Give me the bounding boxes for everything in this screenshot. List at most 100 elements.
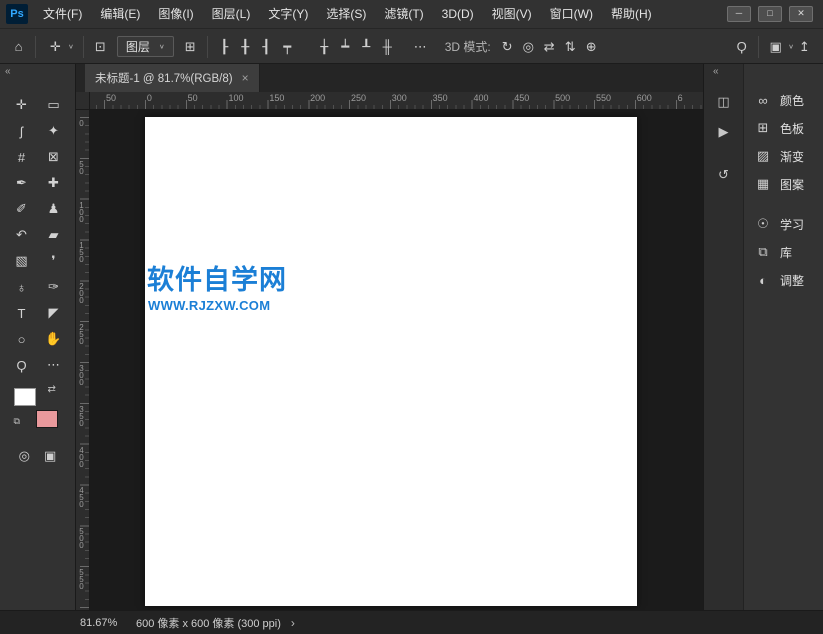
choose-workspace-button[interactable]: ▣ ∨ [765, 35, 794, 59]
close-button[interactable]: ✕ [789, 6, 813, 22]
expand-panels-icon[interactable]: « [713, 66, 719, 77]
auto-select-icon[interactable]: ⊡ [90, 35, 111, 59]
align-right-icon[interactable]: ┨ [256, 35, 277, 59]
maximize-button[interactable]: □ [758, 6, 782, 22]
auto-select-dropdown[interactable]: 图层 ∨ [117, 36, 174, 57]
3d-orbit-icon[interactable]: ↻ [497, 35, 518, 59]
watermark-url: WWW.RJZXW.COM [148, 298, 270, 313]
menu-type[interactable]: 文字(Y) [259, 0, 317, 29]
3d-slide-icon[interactable]: ⇅ [560, 35, 581, 59]
panel-item-label: 调整 [780, 272, 804, 289]
document-tab-title: 未标题-1 @ 81.7%(RGB/8) [95, 70, 233, 86]
align-more-options-icon[interactable]: ⋯ [410, 35, 431, 59]
properties-panel-icon[interactable]: ◫ [711, 90, 737, 114]
menu-image[interactable]: 图像(I) [149, 0, 202, 29]
eyedropper-tool[interactable]: ✒ [8, 170, 36, 196]
menu-window[interactable]: 窗口(W) [541, 0, 602, 29]
history-panel-icon[interactable]: ↺ [711, 163, 737, 187]
rectangular-marquee-tool[interactable]: ▭ [40, 92, 68, 118]
frame-tool[interactable]: ⊠ [40, 144, 68, 170]
edit-toolbar-icon[interactable]: ⋯ [40, 352, 68, 378]
menu-filter[interactable]: 滤镜(T) [375, 0, 432, 29]
minimize-button[interactable]: ─ [727, 6, 751, 22]
ellipse-tool[interactable]: ○ [8, 326, 36, 352]
panel-item-libraries[interactable]: ⧉库 [744, 238, 823, 266]
lasso-tool[interactable]: ʃ [8, 118, 36, 144]
horizontal-ruler[interactable]: 500501001502002503003504004505005506006 [90, 92, 703, 110]
panel-item-adjustments[interactable]: ◐调整 [744, 266, 823, 294]
panel-item-color[interactable]: ∞颜色 [744, 86, 823, 114]
status-bar: 81.67% 600 像素 x 600 像素 (300 ppi) › [0, 610, 823, 634]
menu-layer[interactable]: 图层(L) [203, 0, 260, 29]
share-image-icon[interactable]: ↥ [794, 35, 815, 59]
h-ruler-label: 550 [596, 93, 611, 103]
distribute-horizontal-icon[interactable]: ╫ [377, 35, 398, 59]
show-transform-controls-icon[interactable]: ⊞ [180, 35, 201, 59]
screen-mode-icon[interactable]: ▣ [44, 448, 56, 464]
color-swatch-cluster: ⇄ ⧉ [14, 386, 62, 436]
align-center-horizontal-icon[interactable]: ╂ [235, 35, 256, 59]
align-top-icon[interactable]: ┯ [277, 35, 298, 59]
dodge-tool[interactable]: ♁ [8, 274, 36, 300]
search-icon[interactable]: Ϙ [731, 35, 752, 59]
align-center-vertical-icon[interactable]: ╁ [314, 35, 335, 59]
panel-item-learn[interactable]: ☉学习 [744, 210, 823, 238]
v-ruler-label: 100 [77, 201, 86, 222]
swatches-icon: ⊞ [755, 120, 771, 136]
clone-stamp-tool[interactable]: ♟ [40, 196, 68, 222]
eraser-tool[interactable]: ▰ [40, 222, 68, 248]
3d-drag-icon[interactable]: ⇄ [539, 35, 560, 59]
default-colors-icon[interactable]: ⧉ [14, 416, 20, 427]
quick-mask-icon[interactable]: ◎ [19, 448, 30, 464]
menu-3d[interactable]: 3D(D) [433, 0, 483, 29]
hand-tool[interactable]: ✋ [40, 326, 68, 352]
vertical-ruler[interactable]: 050100150200250300350400450500550600 [76, 110, 90, 610]
distribute-icon-group: ╁┷┸╫ [314, 35, 398, 59]
panel-item-swatches[interactable]: ⊞色板 [744, 114, 823, 142]
object-selection-tool[interactable]: ✦ [40, 118, 68, 144]
pen-tool[interactable]: ✑ [40, 274, 68, 300]
history-brush-tool[interactable]: ↶ [8, 222, 36, 248]
h-ruler-label: 0 [147, 93, 152, 103]
move-tool[interactable]: ✛ [8, 92, 36, 118]
document-tab-bar: 未标题-1 @ 81.7%(RGB/8) × [76, 64, 703, 92]
menu-view[interactable]: 视图(V) [483, 0, 541, 29]
h-ruler-label: 300 [392, 93, 407, 103]
brush-tool[interactable]: ✐ [8, 196, 36, 222]
align-left-icon[interactable]: ┠ [214, 35, 235, 59]
blur-tool[interactable]: ❜ [40, 248, 68, 274]
document-tab[interactable]: 未标题-1 @ 81.7%(RGB/8) × [85, 64, 260, 92]
move-tool-icon: ✛ [45, 35, 66, 59]
status-options-chevron-icon[interactable]: › [291, 616, 295, 630]
crop-tool[interactable]: # [8, 144, 36, 170]
menu-bar: 文件(F)编辑(E)图像(I)图层(L)文字(Y)选择(S)滤镜(T)3D(D)… [34, 0, 661, 29]
panel-item-gradients[interactable]: ▨渐变 [744, 142, 823, 170]
menu-file[interactable]: 文件(F) [34, 0, 91, 29]
panel-item-patterns[interactable]: ▦图案 [744, 170, 823, 198]
collapse-tools-icon[interactable]: « [5, 66, 11, 77]
v-ruler-label: 350 [77, 405, 86, 426]
home-icon[interactable]: ⌂ [8, 35, 29, 59]
pasteboard: 软件自学网 WWW.RJZXW.COM [90, 110, 703, 610]
spot-healing-brush-tool[interactable]: ✚ [40, 170, 68, 196]
panel-item-label: 库 [780, 244, 792, 261]
move-tool-button[interactable]: ✛ ∨ [42, 35, 77, 59]
align-bottom-icon[interactable]: ┷ [335, 35, 356, 59]
3d-scale-icon[interactable]: ⊕ [581, 35, 602, 59]
close-tab-icon[interactable]: × [242, 71, 249, 85]
menu-help[interactable]: 帮助(H) [602, 0, 661, 29]
path-selection-tool[interactable]: ◤ [40, 300, 68, 326]
distribute-vertical-icon[interactable]: ┸ [356, 35, 377, 59]
type-tool[interactable]: T [8, 300, 36, 326]
swap-colors-icon[interactable]: ⇄ [48, 384, 56, 395]
menu-edit[interactable]: 编辑(E) [91, 0, 149, 29]
actions-panel-icon[interactable]: ▶ [711, 120, 737, 144]
menu-select[interactable]: 选择(S) [317, 0, 375, 29]
background-color-swatch[interactable] [36, 410, 58, 428]
zoom-level-field[interactable]: 81.67% [80, 617, 124, 629]
zoom-tool[interactable]: Ϙ [8, 352, 36, 378]
3d-roll-icon[interactable]: ◎ [518, 35, 539, 59]
foreground-color-swatch[interactable] [14, 388, 36, 406]
canvas[interactable]: 软件自学网 WWW.RJZXW.COM [145, 117, 637, 606]
gradient-tool[interactable]: ▧ [8, 248, 36, 274]
